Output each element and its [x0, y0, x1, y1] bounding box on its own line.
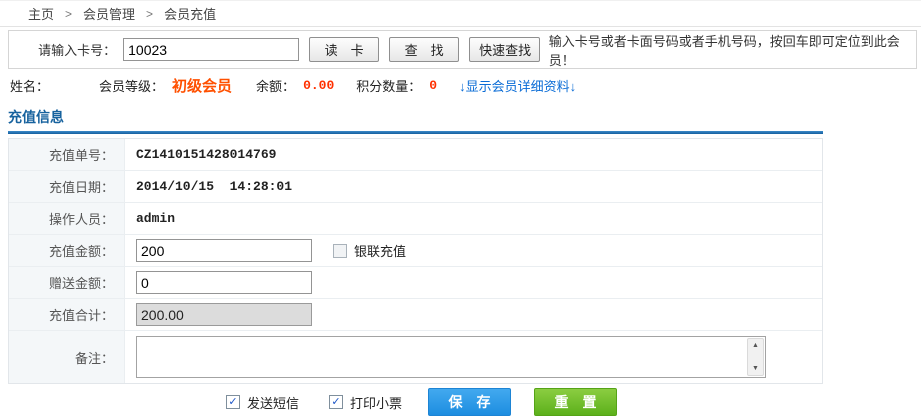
- recharge-date-label: 充值日期：: [9, 171, 125, 202]
- breadcrumb-member-management[interactable]: 会员管理: [83, 4, 135, 23]
- recharge-amount-input[interactable]: [136, 239, 312, 262]
- section-title-underline: [8, 131, 823, 134]
- check-icon: ✓: [228, 397, 237, 408]
- breadcrumb-separator: >: [65, 7, 72, 21]
- gift-amount-input[interactable]: [136, 271, 312, 294]
- recharge-info-title: 充值信息: [8, 107, 921, 127]
- recharge-amount-label: 充值金额：: [9, 235, 125, 266]
- scroll-down-icon[interactable]: ▼: [752, 365, 759, 372]
- recharge-form: 充值单号： CZ1410151428014769 充值日期： 2014/10/1…: [8, 138, 823, 384]
- points-label: 积分数量：: [356, 76, 421, 95]
- remark-textarea-frame: ▲ ▼: [136, 336, 766, 378]
- unionpay-checkbox[interactable]: ✓: [333, 244, 347, 258]
- remark-textarea[interactable]: [137, 337, 746, 377]
- remark-label: 备注：: [9, 331, 125, 383]
- unionpay-label[interactable]: 银联充值: [354, 241, 406, 260]
- send-sms-label[interactable]: 发送短信: [247, 393, 299, 412]
- check-icon: ✓: [331, 397, 340, 408]
- card-search-toolbar: 请输入卡号： 读 卡 查 找 快速查找 输入卡号或者卡面号码或者手机号码，按回车…: [8, 30, 917, 69]
- breadcrumb-member-recharge[interactable]: 会员充值: [164, 4, 216, 23]
- save-button[interactable]: 保 存: [428, 388, 511, 416]
- breadcrumb-home[interactable]: 主页: [28, 4, 54, 23]
- level-label: 会员等级：: [99, 76, 164, 95]
- order-no-value: CZ1410151428014769: [136, 147, 276, 162]
- balance-label: 余额：: [256, 76, 295, 95]
- recharge-total-row: 充值合计：: [9, 299, 822, 331]
- balance-value: 0.00: [303, 78, 334, 93]
- card-number-label: 请输入卡号：: [9, 40, 116, 59]
- member-recharge-page: 主页 > 会员管理 > 会员充值 请输入卡号： 读 卡 查 找 快速查找 输入卡…: [0, 0, 921, 419]
- show-member-detail-link[interactable]: ↓显示会员详细资料↓: [459, 76, 576, 95]
- card-number-input[interactable]: [123, 38, 299, 61]
- recharge-amount-row: 充值金额： ✓ 银联充值: [9, 235, 822, 267]
- operator-label: 操作人员：: [9, 203, 125, 234]
- textarea-scrollbar[interactable]: ▲ ▼: [747, 338, 764, 376]
- recharge-total-label: 充值合计：: [9, 299, 125, 330]
- recharge-date-value: 2014/10/15 14:28:01: [136, 179, 292, 194]
- level-value: 初级会员: [172, 75, 232, 96]
- print-ticket-checkbox[interactable]: ✓: [329, 395, 343, 409]
- order-no-label: 充值单号：: [9, 139, 125, 170]
- breadcrumb-separator: >: [146, 7, 153, 21]
- unionpay-option: ✓ 银联充值: [333, 241, 406, 260]
- points-value: 0: [429, 78, 437, 93]
- operator-value: admin: [136, 211, 175, 226]
- order-no-row: 充值单号： CZ1410151428014769: [9, 139, 822, 171]
- read-card-button[interactable]: 读 卡: [309, 37, 379, 62]
- find-button[interactable]: 查 找: [389, 37, 459, 62]
- remark-row: 备注： ▲ ▼: [9, 331, 822, 383]
- gift-amount-row: 赠送金额：: [9, 267, 822, 299]
- reset-button[interactable]: 重 置: [534, 388, 617, 416]
- recharge-total-input: [136, 303, 312, 326]
- scroll-up-icon[interactable]: ▲: [752, 342, 759, 349]
- action-bar: ✓ 发送短信 ✓ 打印小票 保 存 重 置: [8, 384, 917, 419]
- operator-row: 操作人员： admin: [9, 203, 822, 235]
- breadcrumb: 主页 > 会员管理 > 会员充值: [0, 1, 921, 27]
- member-summary: 姓名： 会员等级： 初级会员 余额： 0.00 积分数量： 0 ↓显示会员详细资…: [0, 69, 921, 102]
- quick-find-button[interactable]: 快速查找: [469, 37, 540, 62]
- send-sms-checkbox[interactable]: ✓: [226, 395, 240, 409]
- print-ticket-label[interactable]: 打印小票: [350, 393, 402, 412]
- name-label: 姓名：: [10, 76, 49, 95]
- recharge-date-row: 充值日期： 2014/10/15 14:28:01: [9, 171, 822, 203]
- gift-amount-label: 赠送金额：: [9, 267, 125, 298]
- card-search-hint: 输入卡号或者卡面号码或者手机号码，按回车即可定位到此会员！: [549, 31, 916, 69]
